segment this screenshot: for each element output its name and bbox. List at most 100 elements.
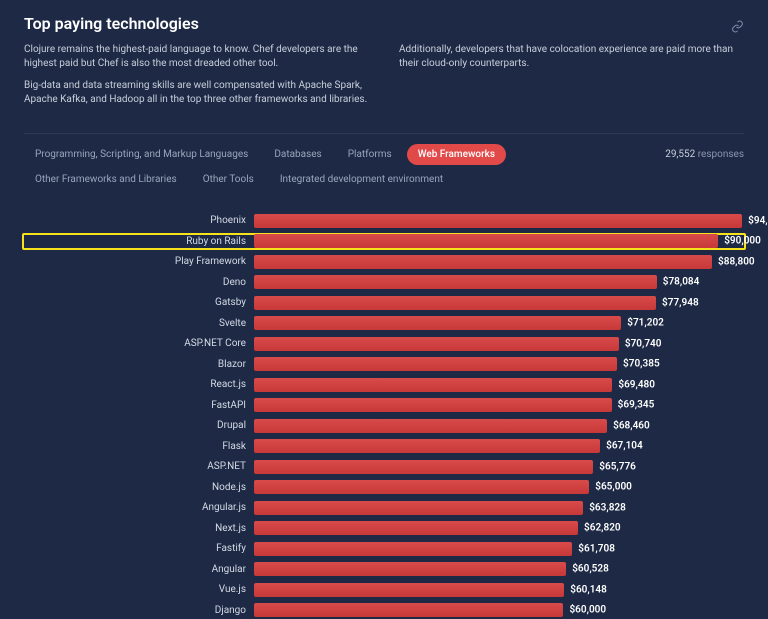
tab-databases[interactable]: Databases xyxy=(263,144,332,165)
bar-label: Ruby on Rails xyxy=(24,236,254,247)
bar-row: Fastify $61,708 xyxy=(24,540,744,557)
bar-fill[interactable] xyxy=(254,603,563,617)
desc-right-1: Additionally, developers that have coloc… xyxy=(399,43,744,71)
bar-track: $69,345 xyxy=(254,398,744,412)
tab-web-frameworks[interactable]: Web Frameworks xyxy=(407,144,506,165)
link-icon[interactable] xyxy=(731,20,744,37)
bar-value: $65,776 xyxy=(599,461,636,472)
bar-fill[interactable] xyxy=(254,542,572,556)
bar-value: $62,820 xyxy=(584,523,621,534)
description: Clojure remains the highest-paid languag… xyxy=(24,43,744,115)
bar-track: $77,948 xyxy=(254,296,744,310)
bar-fill[interactable] xyxy=(254,398,612,412)
bar-value: $94,644 xyxy=(748,215,768,226)
bar-track: $94,644 xyxy=(254,214,744,228)
bar-label: Flask xyxy=(24,441,254,452)
bar-fill[interactable] xyxy=(254,296,656,310)
bar-fill[interactable] xyxy=(254,214,742,228)
bar-row: Blazor$70,385 xyxy=(24,356,744,373)
bar-track: $78,084 xyxy=(254,275,744,289)
bar-value: $69,345 xyxy=(618,400,655,411)
desc-left-1: Clojure remains the highest-paid languag… xyxy=(24,43,369,71)
bar-row: Svelte $71,202 xyxy=(24,315,744,332)
bar-fill[interactable] xyxy=(254,357,617,371)
bar-fill[interactable] xyxy=(254,583,564,597)
bar-value: $69,480 xyxy=(618,379,655,390)
bar-row: Deno $78,084 xyxy=(24,274,744,291)
bar-row: Next.js $62,820 xyxy=(24,520,744,537)
bar-label: Fastify xyxy=(24,543,254,554)
bar-label: Blazor xyxy=(24,359,254,370)
responses-count: 29,552 responses xyxy=(665,144,744,160)
bar-label: Phoenix xyxy=(24,215,254,226)
bar-fill[interactable] xyxy=(254,562,566,576)
bar-value: $70,740 xyxy=(625,338,662,349)
bar-label: Gatsby xyxy=(24,297,254,308)
bar-track: $61,708 xyxy=(254,542,744,556)
bar-fill[interactable] xyxy=(254,460,593,474)
bar-label: Next.js xyxy=(24,523,254,534)
bar-fill[interactable] xyxy=(254,521,578,535)
bar-track: $63,828 xyxy=(254,501,744,515)
tab-other-tools[interactable]: Other Tools xyxy=(192,169,265,190)
bar-value: $88,800 xyxy=(718,256,755,267)
bar-row: Play Framework$88,800 xyxy=(24,253,744,270)
bar-fill[interactable] xyxy=(254,378,612,392)
bar-label: Angular.js xyxy=(24,502,254,513)
bar-value: $67,104 xyxy=(606,441,643,452)
bar-label: ASP.NET Core xyxy=(24,338,254,349)
bar-label: Deno xyxy=(24,277,254,288)
bar-value: $68,460 xyxy=(613,420,650,431)
bar-row: React.js $69,480 xyxy=(24,376,744,393)
bar-value: $78,084 xyxy=(663,277,700,288)
tab-platforms[interactable]: Platforms xyxy=(337,144,403,165)
bar-fill[interactable] xyxy=(254,337,619,351)
bar-fill[interactable] xyxy=(254,234,718,248)
bar-track: $68,460 xyxy=(254,419,744,433)
bar-fill[interactable] xyxy=(254,419,607,433)
bar-track: $69,480 xyxy=(254,378,744,392)
bar-chart: Phoenix$94,644Ruby on Rails$90,000Play F… xyxy=(24,212,744,619)
bar-label: Node.js xyxy=(24,482,254,493)
bar-value: $63,828 xyxy=(589,502,626,513)
bar-track: $70,740 xyxy=(254,337,744,351)
bar-track: $71,202 xyxy=(254,316,744,330)
page-title: Top paying technologies xyxy=(24,14,199,33)
bar-label: React.js xyxy=(24,379,254,390)
bar-fill[interactable] xyxy=(254,480,589,494)
divider xyxy=(24,133,744,134)
bar-track: $70,385 xyxy=(254,357,744,371)
bar-row: Gatsby$77,948 xyxy=(24,294,744,311)
bar-row: Drupal $68,460 xyxy=(24,417,744,434)
bar-label: Angular xyxy=(24,564,254,575)
bar-label: Svelte xyxy=(24,318,254,329)
bar-fill[interactable] xyxy=(254,255,712,269)
bar-row: FastAPI $69,345 xyxy=(24,397,744,414)
bar-label: Vue.js xyxy=(24,584,254,595)
bar-row: Node.js$65,000 xyxy=(24,479,744,496)
bar-track: $65,776 xyxy=(254,460,744,474)
bar-value: $61,708 xyxy=(578,543,615,554)
bar-track: $65,000 xyxy=(254,480,744,494)
tabs: Programming, Scripting, and Markup Langu… xyxy=(24,144,544,190)
bar-fill[interactable] xyxy=(254,316,621,330)
tab-programming-scripting-and-markup-languages[interactable]: Programming, Scripting, and Markup Langu… xyxy=(24,144,259,165)
bar-value: $71,202 xyxy=(627,318,664,329)
bar-fill[interactable] xyxy=(254,439,600,453)
bar-row: Angular $60,528 xyxy=(24,561,744,578)
bar-fill[interactable] xyxy=(254,501,583,515)
bar-track: $60,148 xyxy=(254,583,744,597)
tab-integrated-development-environment[interactable]: Integrated development environment xyxy=(269,169,454,190)
bar-label: Django xyxy=(24,605,254,616)
bar-label: ASP.NET xyxy=(24,461,254,472)
bar-label: Drupal xyxy=(24,420,254,431)
bar-value: $60,528 xyxy=(572,564,609,575)
bar-row: Vue.js $60,148 xyxy=(24,581,744,598)
bar-fill[interactable] xyxy=(254,275,657,289)
bar-row: ASP.NET Core $70,740 xyxy=(24,335,744,352)
bar-value: $60,148 xyxy=(570,584,607,595)
tab-other-frameworks-and-libraries[interactable]: Other Frameworks and Libraries xyxy=(24,169,188,190)
bar-label: FastAPI xyxy=(24,400,254,411)
bar-track: $67,104 xyxy=(254,439,744,453)
desc-left-2: Big-data and data streaming skills are w… xyxy=(24,79,369,107)
